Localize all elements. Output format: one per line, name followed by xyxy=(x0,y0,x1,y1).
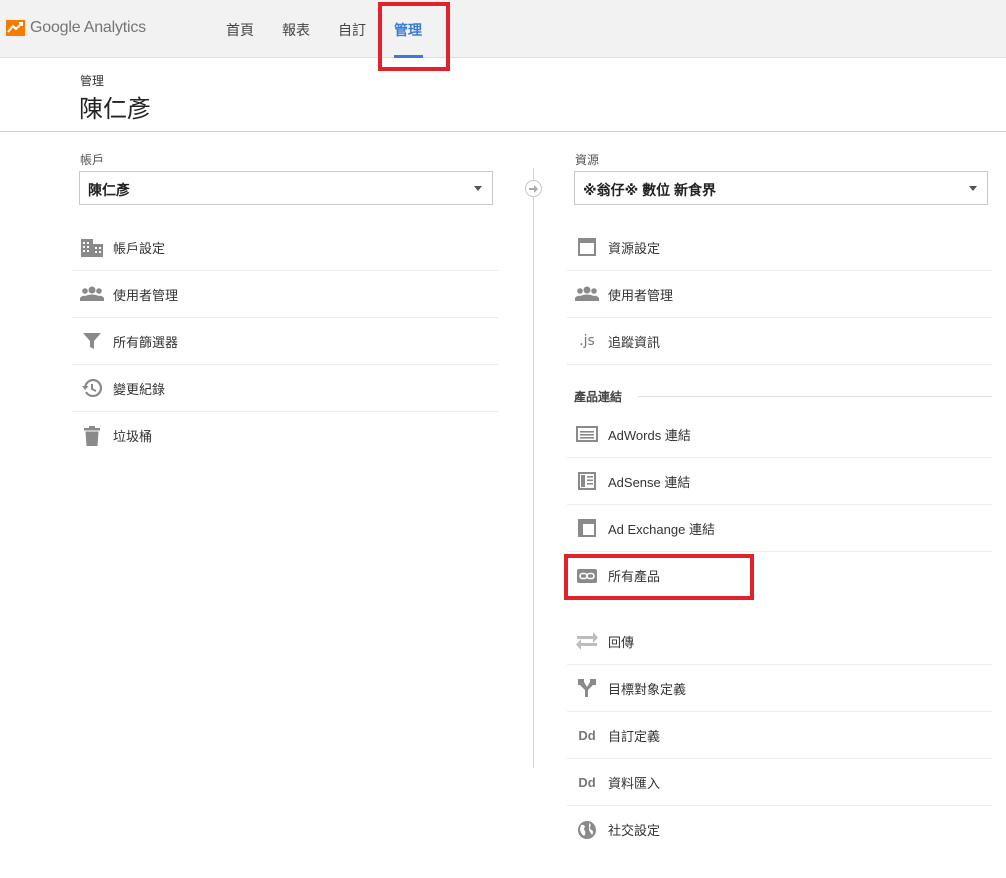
nav-reports[interactable]: 報表 xyxy=(282,20,310,40)
social-settings-label: 社交設定 xyxy=(608,823,661,838)
page-title: 陳仁彥 xyxy=(79,96,151,123)
top-bar: Google Analytics 首頁 報表 自訂 管理 xyxy=(0,0,1006,58)
property-settings-label: 資源設定 xyxy=(608,240,661,256)
property-user-management-item[interactable]: 使用者管理 xyxy=(567,271,992,318)
data-import-label: 資料匯入 xyxy=(608,775,661,791)
window-icon xyxy=(575,235,599,259)
audience-definitions-label: 目標對象定義 xyxy=(608,681,687,697)
all-filters-item[interactable]: 所有篩選器 xyxy=(72,318,498,365)
adsense-icon xyxy=(575,469,599,493)
arrow-right-icon xyxy=(529,184,538,193)
adsense-linking-item[interactable]: AdSense 連結 xyxy=(567,458,992,505)
account-column-label: 帳戶 xyxy=(80,153,105,167)
account-user-management-item[interactable]: 使用者管理 xyxy=(72,271,498,318)
account-user-management-label: 使用者管理 xyxy=(113,287,179,303)
ad-exchange-linking-item[interactable]: Ad Exchange 連結 xyxy=(567,505,992,552)
google-analytics-logo[interactable]: Google Analytics xyxy=(6,17,146,39)
product-links-heading: 產品連結 xyxy=(574,390,623,404)
trash-icon xyxy=(80,424,104,448)
trash-label: 垃圾桶 xyxy=(113,429,153,444)
analytics-logo-icon xyxy=(6,20,25,36)
audience-definitions-item[interactable]: 目標對象定義 xyxy=(567,665,992,712)
audience-icon xyxy=(575,676,599,700)
filter-icon xyxy=(80,329,104,353)
postbacks-icon xyxy=(575,629,599,653)
column-divider xyxy=(533,168,534,768)
postbacks-label: 回傳 xyxy=(608,634,635,650)
account-settings-label: 帳戶設定 xyxy=(113,240,166,256)
social-settings-item[interactable]: 社交設定 xyxy=(567,806,992,853)
brand-name: Google Analytics xyxy=(30,19,146,36)
highlight-box-all-products xyxy=(564,554,754,600)
adsense-linking-label: AdSense 連結 xyxy=(608,474,691,490)
adwords-linking-item[interactable]: AdWords 連結 xyxy=(567,411,992,458)
chevron-down-icon xyxy=(474,186,482,191)
breadcrumb: 管理 xyxy=(80,74,105,88)
property-user-management-label: 使用者管理 xyxy=(608,287,674,303)
change-history-item[interactable]: 變更紀錄 xyxy=(72,365,498,412)
ad-exchange-linking-label: Ad Exchange 連結 xyxy=(608,521,715,537)
globe-icon xyxy=(575,818,599,842)
header-divider xyxy=(0,131,1006,132)
tracking-info-item[interactable]: .js 追蹤資訊 xyxy=(567,318,992,365)
data-import-item[interactable]: Dd 資料匯入 xyxy=(567,759,992,806)
js-icon: .js xyxy=(579,333,595,349)
postbacks-item[interactable]: 回傳 xyxy=(567,618,992,665)
property-settings-item[interactable]: 資源設定 xyxy=(567,224,992,271)
property-column-label: 資源 xyxy=(575,153,600,167)
property-selector[interactable]: ※翁仔※ 數位 新食界 xyxy=(574,171,988,205)
history-icon xyxy=(80,376,104,400)
dd-icon: Dd xyxy=(578,774,596,790)
adwords-linking-label: AdWords 連結 xyxy=(608,427,691,443)
building-icon xyxy=(80,235,104,259)
account-settings-item[interactable]: 帳戶設定 xyxy=(72,224,498,271)
adwords-icon xyxy=(575,422,599,446)
highlight-box-admin xyxy=(378,2,450,71)
trash-item[interactable]: 垃圾桶 xyxy=(72,412,498,459)
dd-icon: Dd xyxy=(578,727,596,743)
change-history-label: 變更紀錄 xyxy=(113,381,166,397)
all-filters-label: 所有篩選器 xyxy=(113,334,179,350)
nav-customization[interactable]: 自訂 xyxy=(338,20,366,40)
users-icon xyxy=(80,282,104,306)
custom-definitions-item[interactable]: Dd 自訂定義 xyxy=(567,712,992,759)
chevron-down-icon xyxy=(969,186,977,191)
property-selected-value: ※翁仔※ 數位 新食界 xyxy=(583,182,716,198)
product-links-divider xyxy=(638,396,992,397)
tracking-info-label: 追蹤資訊 xyxy=(608,334,661,350)
column-arrow-button xyxy=(525,180,542,197)
account-selected-value: 陳仁彥 xyxy=(88,182,130,198)
account-selector[interactable]: 陳仁彥 xyxy=(79,171,493,205)
ad-exchange-icon xyxy=(575,516,599,540)
users-icon xyxy=(575,282,599,306)
custom-definitions-label: 自訂定義 xyxy=(608,728,661,744)
nav-home[interactable]: 首頁 xyxy=(226,20,254,40)
